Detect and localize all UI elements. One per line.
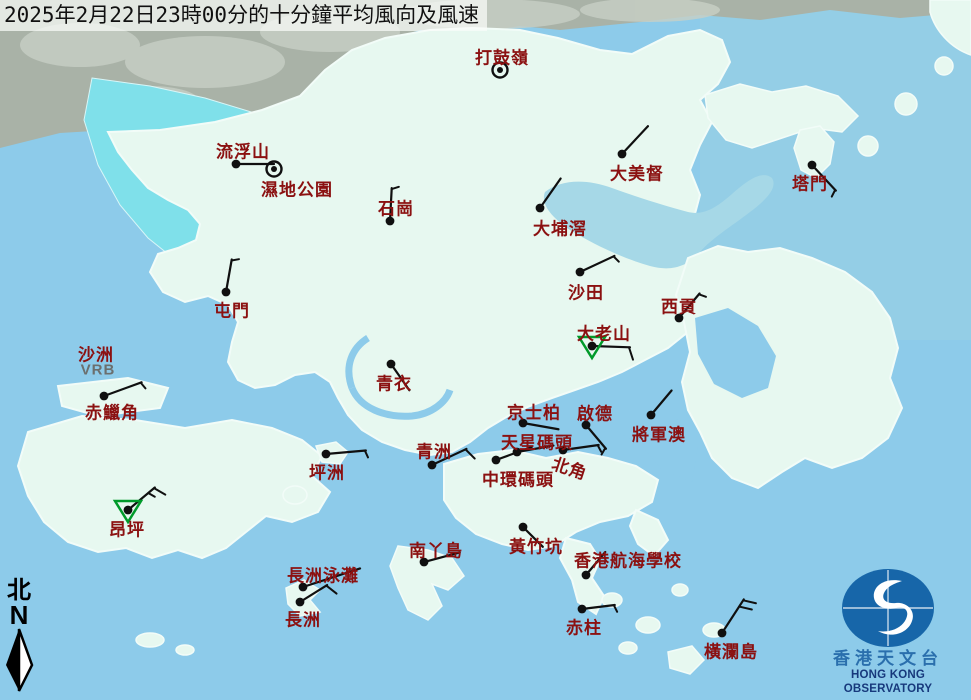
station-dot bbox=[271, 166, 277, 172]
station-dot bbox=[420, 558, 429, 567]
station-dot bbox=[222, 288, 231, 297]
station-dot bbox=[322, 450, 331, 459]
wind-map: 打鼓嶺流浮山濕地公園石崗大美督塔門大埔滘沙田西貢屯門沙洲VRB大老山赤鱲角青衣京… bbox=[0, 0, 971, 700]
station-dot bbox=[428, 461, 437, 470]
station-dot bbox=[124, 506, 133, 515]
station-dot bbox=[582, 571, 591, 580]
hko-logo-icon bbox=[840, 567, 936, 649]
station-dot bbox=[296, 598, 305, 607]
station-dot bbox=[387, 360, 396, 369]
station-dot bbox=[492, 456, 501, 465]
wind-feather-half bbox=[232, 259, 239, 260]
station-dot bbox=[675, 314, 684, 323]
station-dot bbox=[232, 160, 241, 169]
station-dot bbox=[559, 446, 568, 455]
station-dot bbox=[100, 392, 109, 401]
station-dot bbox=[519, 419, 528, 428]
station-dot bbox=[582, 421, 591, 430]
station-dot bbox=[578, 605, 587, 614]
hko-logo: 香港天文台 HONG KONG OBSERVATORY bbox=[813, 567, 963, 696]
hko-logo-name-en: HONG KONG OBSERVATORY bbox=[813, 668, 963, 696]
station-dot bbox=[386, 217, 395, 226]
station-dot bbox=[718, 629, 727, 638]
station-dot bbox=[588, 342, 597, 351]
compass-label-en: N bbox=[2, 603, 36, 627]
hko-logo-name-cn: 香港天文台 bbox=[813, 649, 963, 668]
station-dot bbox=[576, 268, 585, 277]
station-dot bbox=[536, 204, 545, 213]
map-title: 2025年2月22日23時00分的十分鐘平均風向及風速 bbox=[0, 0, 487, 31]
station-dot bbox=[647, 411, 656, 420]
north-compass: 北 N bbox=[2, 579, 36, 698]
station-dot bbox=[497, 67, 503, 73]
station-dot bbox=[519, 523, 528, 532]
station-dot bbox=[299, 583, 308, 592]
station-dot bbox=[618, 150, 627, 159]
compass-needle-icon bbox=[2, 627, 36, 693]
station-dot bbox=[808, 161, 817, 170]
